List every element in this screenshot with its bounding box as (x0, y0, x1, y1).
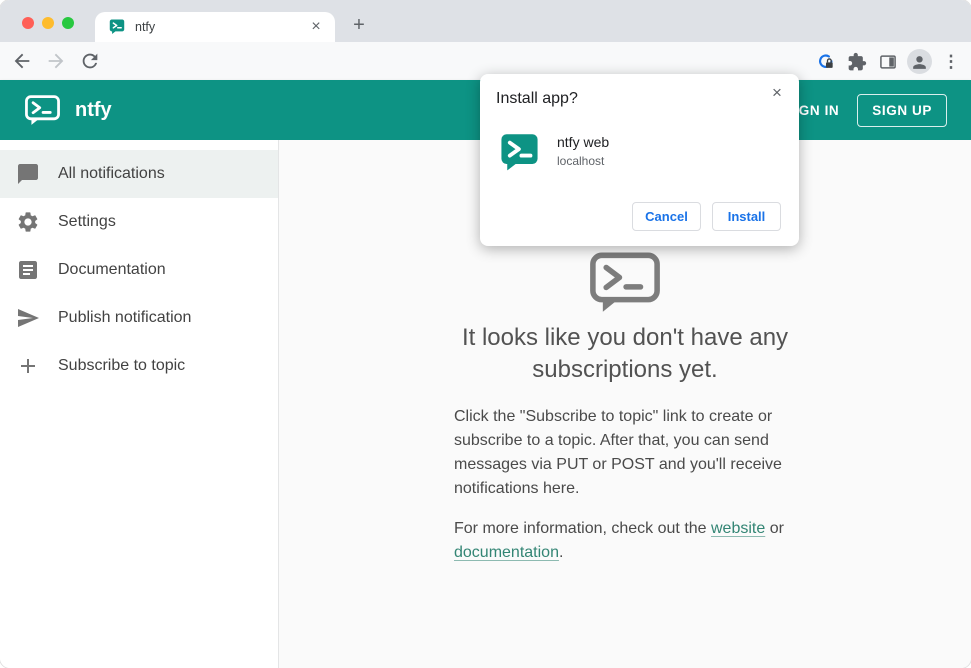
browser-tab-ntfy[interactable]: ntfy × (95, 12, 335, 42)
ntfy-logo-icon (25, 94, 60, 125)
sidebar-item-label: Settings (58, 213, 116, 230)
sidebar-item-publish-notification[interactable]: Publish notification (0, 294, 278, 342)
article-icon (19, 261, 37, 279)
zoom-window-button[interactable] (62, 17, 74, 29)
para2-middle: or (765, 520, 784, 537)
para2-suffix: . (558, 544, 564, 561)
dialog-close-icon[interactable]: × (767, 83, 787, 103)
empty-state-heading: It looks like you don't have any subscri… (461, 324, 789, 383)
browser-window: ntfy × + localhost (0, 0, 971, 668)
ntfy-app-icon (501, 134, 538, 171)
install-app-dialog: × Install app? ntfy web localhost Cancel… (480, 74, 799, 246)
sidebar-item-label: Documentation (58, 261, 166, 278)
empty-state-paragraph: Click the "Subscribe to topic" link to c… (454, 408, 782, 497)
sidebar-item-label: Publish notification (58, 309, 192, 326)
ntfy-favicon-icon (109, 19, 125, 34)
chat-icon (18, 164, 38, 184)
tab-close-icon[interactable]: × (307, 18, 325, 36)
documentation-link[interactable]: documentation (454, 544, 559, 561)
empty-state-links-paragraph: For more information, check out the webs… (454, 517, 796, 565)
gear-icon (18, 212, 38, 232)
back-icon[interactable] (11, 50, 33, 72)
sidebar-item-subscribe-to-topic[interactable]: Subscribe to topic (0, 342, 278, 390)
ntfy-outline-logo-icon (590, 252, 660, 312)
minimize-window-button[interactable] (42, 17, 54, 29)
cancel-button[interactable]: Cancel (632, 202, 701, 231)
sidebar-item-documentation[interactable]: Documentation (0, 246, 278, 294)
tab-title: ntfy (135, 20, 156, 34)
dialog-app-name: ntfy web (557, 134, 610, 150)
para2-prefix: For more information, check out the (454, 520, 711, 537)
browser-menu-icon[interactable]: ⋮ (939, 50, 963, 74)
plus-icon (21, 359, 35, 373)
dialog-app-origin: localhost (557, 154, 605, 168)
privacy-extension-icon[interactable] (814, 50, 838, 74)
reload-icon[interactable] (79, 50, 101, 72)
extensions-puzzle-icon[interactable] (845, 50, 869, 74)
send-icon (18, 309, 39, 327)
tab-strip: ntfy × + (0, 0, 971, 42)
sign-up-button[interactable]: SIGN UP (857, 93, 947, 127)
dialog-title: Install app? (496, 90, 578, 107)
side-panel-icon[interactable] (876, 50, 900, 74)
sidebar-item-label: All notifications (58, 165, 165, 182)
close-window-button[interactable] (22, 17, 34, 29)
sidebar-item-all-notifications[interactable]: All notifications (0, 150, 278, 198)
install-button[interactable]: Install (712, 202, 781, 231)
forward-icon (45, 50, 67, 72)
new-tab-button[interactable]: + (347, 13, 371, 37)
macos-traffic-lights (22, 17, 74, 29)
profile-avatar[interactable] (907, 49, 932, 74)
sidebar-nav: All notifications Settings Documentation… (0, 140, 279, 668)
website-link[interactable]: website (711, 520, 765, 537)
sidebar-item-label: Subscribe to topic (58, 357, 186, 374)
sidebar-item-settings[interactable]: Settings (0, 198, 278, 246)
